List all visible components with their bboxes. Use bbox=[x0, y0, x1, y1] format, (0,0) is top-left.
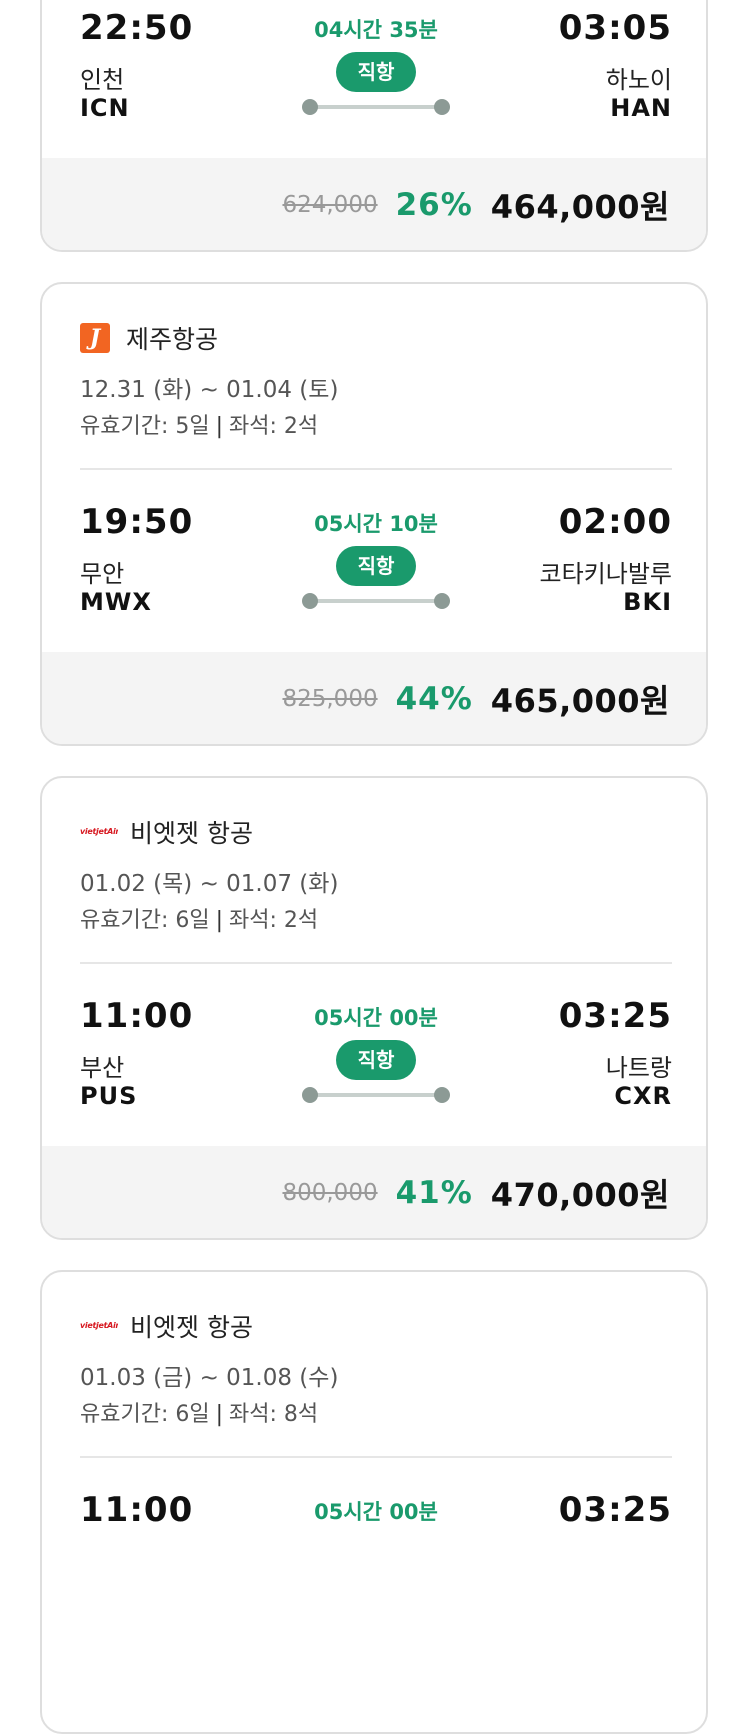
flight-card[interactable]: 22:50 인천 ICN 04시간 35분 직항 03:05 하노이 HAN 6… bbox=[40, 0, 708, 252]
divider bbox=[80, 962, 672, 964]
validity-period: 유효기간: 6일 bbox=[80, 908, 210, 933]
validity-info: 유효기간: 6일 | 좌석: 2석 bbox=[80, 902, 318, 934]
original-price: 800,000 bbox=[282, 1180, 378, 1206]
price-bar: 624,000 26% 464,000원 bbox=[42, 158, 706, 250]
original-price: 624,000 bbox=[282, 192, 378, 218]
final-price: 470,000원 bbox=[490, 1176, 670, 1214]
travel-dates: 12.31 (화) ~ 01.04 (토) bbox=[80, 377, 339, 403]
route-section: 22:50 인천 ICN 04시간 35분 직항 03:05 하노이 HAN bbox=[80, 8, 672, 158]
flight-card[interactable]: vietjetAir.com 비엣젯 항공 01.02 (목) ~ 01.07 … bbox=[40, 776, 708, 1240]
original-price: 825,000 bbox=[282, 686, 378, 712]
discount-rate: 44% bbox=[395, 681, 473, 717]
vietjet-logo-icon: vietjetAir.com bbox=[80, 827, 118, 836]
route-line bbox=[310, 1093, 442, 1097]
flight-duration: 05시간 00분 bbox=[314, 1006, 438, 1030]
airline-name: 제주항공 bbox=[126, 325, 219, 354]
validity-info: 유효기간: 6일 | 좌석: 8석 bbox=[80, 1396, 318, 1428]
arrival-time: 03:25 bbox=[558, 996, 672, 1036]
seat-count: 좌석: 2석 bbox=[229, 414, 319, 439]
jeju-air-logo-icon: J bbox=[80, 323, 110, 353]
arrival-city: 코타키나발루 bbox=[539, 560, 672, 588]
origin-dot-icon bbox=[302, 593, 318, 609]
departure-time: 11:00 bbox=[80, 1490, 194, 1530]
route-section: 11:00 부산 PUS 05시간 00분 직항 03:25 나트랑 CXR bbox=[80, 996, 672, 1146]
route-line bbox=[310, 105, 442, 109]
seat-count: 좌석: 2석 bbox=[229, 908, 319, 933]
arrival-code: CXR bbox=[614, 1082, 672, 1110]
departure-code: PUS bbox=[80, 1082, 138, 1110]
vietjet-logo-icon: vietjetAir.com bbox=[80, 1321, 118, 1330]
discount-rate: 26% bbox=[395, 187, 473, 223]
price-bar: 800,000 41% 470,000원 bbox=[42, 1146, 706, 1238]
travel-dates: 01.03 (금) ~ 01.08 (수) bbox=[80, 1365, 339, 1391]
departure-city: 인천 bbox=[80, 66, 125, 94]
flight-card[interactable]: vietjetAir.com 비엣젯 항공 01.03 (금) ~ 01.08 … bbox=[40, 1270, 708, 1734]
departure-city: 무안 bbox=[80, 560, 125, 588]
flight-duration: 05시간 10분 bbox=[314, 512, 438, 536]
divider bbox=[80, 1456, 672, 1458]
flight-duration: 05시간 00분 bbox=[314, 1500, 438, 1524]
price-bar: 825,000 44% 465,000원 bbox=[42, 652, 706, 744]
direct-flight-badge: 직항 bbox=[336, 546, 416, 586]
travel-dates: 01.02 (목) ~ 01.07 (화) bbox=[80, 871, 339, 897]
validity-info: 유효기간: 5일 | 좌석: 2석 bbox=[80, 408, 318, 440]
destination-dot-icon bbox=[434, 1087, 450, 1103]
seat-count: 좌석: 8석 bbox=[229, 1402, 319, 1427]
departure-city: 부산 bbox=[80, 1054, 125, 1082]
flight-duration: 04시간 35분 bbox=[314, 18, 438, 42]
departure-code: MWX bbox=[80, 588, 152, 616]
departure-time: 11:00 bbox=[80, 996, 194, 1036]
departure-time: 22:50 bbox=[80, 8, 194, 48]
flight-card[interactable]: J 제주항공 12.31 (화) ~ 01.04 (토) 유효기간: 5일 | 좌석… bbox=[40, 282, 708, 746]
validity-period: 유효기간: 5일 bbox=[80, 414, 210, 439]
direct-flight-badge: 직항 bbox=[336, 52, 416, 92]
separator-icon: | bbox=[215, 908, 224, 933]
final-price: 464,000원 bbox=[490, 188, 670, 226]
arrival-code: BKI bbox=[623, 588, 672, 616]
departure-code: ICN bbox=[80, 94, 130, 122]
arrival-city: 하노이 bbox=[605, 66, 672, 94]
arrival-city: 나트랑 bbox=[605, 1054, 672, 1082]
destination-dot-icon bbox=[434, 593, 450, 609]
destination-dot-icon bbox=[434, 99, 450, 115]
departure-time: 19:50 bbox=[80, 502, 194, 542]
origin-dot-icon bbox=[302, 99, 318, 115]
airline-name: 비엣젯 항공 bbox=[130, 1313, 253, 1342]
final-price: 465,000원 bbox=[490, 682, 670, 720]
separator-icon: | bbox=[215, 414, 224, 439]
separator-icon: | bbox=[215, 1402, 224, 1427]
route-section: 11:00 05시간 00분 03:25 bbox=[80, 1490, 672, 1640]
arrival-time: 03:05 bbox=[558, 8, 672, 48]
direct-flight-badge: 직항 bbox=[336, 1040, 416, 1080]
arrival-time: 03:25 bbox=[558, 1490, 672, 1530]
route-line bbox=[310, 599, 442, 603]
divider bbox=[80, 468, 672, 470]
arrival-time: 02:00 bbox=[558, 502, 672, 542]
validity-period: 유효기간: 6일 bbox=[80, 1402, 210, 1427]
route-section: 19:50 무안 MWX 05시간 10분 직항 02:00 코타키나발루 BK… bbox=[80, 502, 672, 652]
airline-name: 비엣젯 항공 bbox=[130, 819, 253, 848]
discount-rate: 41% bbox=[395, 1175, 473, 1211]
origin-dot-icon bbox=[302, 1087, 318, 1103]
arrival-code: HAN bbox=[610, 94, 672, 122]
